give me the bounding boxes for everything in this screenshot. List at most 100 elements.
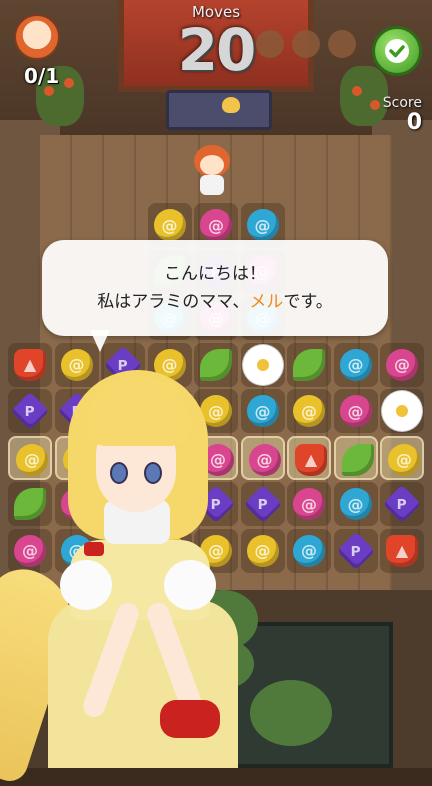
pink-gem: @ — [153, 395, 186, 427]
yellow-gem: @ — [153, 209, 186, 241]
dialog-line-2: 私はアラミのママ、メルです。 — [42, 288, 388, 316]
yellow-gem: @ — [293, 395, 325, 427]
yellow-gem: @ — [60, 348, 93, 381]
yellow-gem: @ — [200, 395, 232, 427]
board-cell[interactable]: P — [240, 482, 285, 526]
board-cell[interactable] — [380, 389, 424, 433]
moves-counter: 20 — [177, 16, 257, 84]
pink-gem: @ — [248, 443, 281, 476]
board-cell[interactable] — [194, 342, 238, 387]
board-cell[interactable]: @ — [240, 528, 285, 573]
yellow-gem: @ — [153, 534, 186, 567]
board-cell[interactable]: @ — [287, 528, 331, 573]
confirm-button[interactable] — [372, 26, 422, 76]
board-cell[interactable]: @ — [8, 528, 52, 573]
blue-gem: @ — [293, 534, 325, 567]
board-cell[interactable]: P — [54, 389, 99, 433]
yellow-gem: @ — [62, 443, 95, 476]
board-cell[interactable] — [240, 342, 285, 387]
board-cell[interactable]: @ — [54, 528, 99, 573]
board-cell[interactable]: P — [101, 435, 145, 480]
dialog-line-2-prefix: 私はアラミのママ、 — [97, 292, 250, 312]
dialog-line-2-suffix: です。 — [283, 292, 333, 312]
purple-gem: P — [382, 484, 422, 524]
board-cell[interactable]: @ — [54, 435, 99, 480]
yellow-gem: @ — [153, 348, 186, 381]
board-cell[interactable]: P — [194, 482, 238, 526]
board-cell[interactable]: @ — [54, 482, 99, 526]
speech-bubble[interactable]: こんにちは！ 私はアラミのママ、メルです。 — [42, 240, 388, 336]
yellow-gem: @ — [200, 534, 232, 567]
dialog-line-1: こんにちは！ — [164, 264, 266, 284]
board-cell[interactable]: @ — [147, 528, 192, 573]
board-cell[interactable]: P — [380, 482, 424, 526]
board-cell[interactable]: @ — [240, 435, 285, 480]
green-gem — [341, 443, 374, 476]
yellow-gem: @ — [16, 443, 48, 476]
board-cell[interactable]: @ — [194, 435, 238, 480]
score-label: Score — [382, 95, 422, 111]
board-cell[interactable]: @ — [287, 389, 331, 433]
board-cell[interactable]: @ — [147, 342, 192, 387]
board-cell[interactable] — [333, 435, 378, 480]
board-cell[interactable] — [287, 342, 331, 387]
mascot-character — [190, 145, 234, 197]
purple-gem: P — [57, 391, 96, 431]
purple-gem: P — [10, 391, 50, 431]
board-cell[interactable]: @ — [194, 528, 238, 573]
speaker-name: メル — [249, 292, 284, 312]
yellow-gem: @ — [107, 395, 139, 427]
pink-gem: @ — [14, 534, 46, 567]
board-cell[interactable]: @ — [240, 389, 285, 433]
board-cell[interactable]: ▲ — [380, 528, 424, 573]
blue-gem: @ — [60, 534, 93, 567]
score-value: 0 — [406, 110, 422, 135]
pink-gem: @ — [339, 395, 372, 427]
board-cell[interactable] — [8, 482, 52, 526]
pink-gem: @ — [202, 443, 234, 476]
board-cell[interactable]: ▲ — [8, 342, 52, 387]
green-gem — [14, 488, 46, 520]
board-cell[interactable]: @ — [333, 342, 378, 387]
board-cell[interactable]: ▲ — [287, 435, 331, 480]
board-cell[interactable]: P — [8, 389, 52, 433]
blue-gem: @ — [246, 395, 279, 427]
speech-bubble-tail — [90, 330, 110, 352]
board-cell[interactable]: P — [147, 482, 192, 526]
purple-gem: P — [105, 440, 145, 479]
board-cell[interactable]: @ — [147, 389, 192, 433]
duck-decoration — [222, 97, 240, 113]
yellow-gem: @ — [246, 534, 279, 567]
pink-gem: @ — [60, 488, 93, 520]
pink-gem: @ — [386, 348, 418, 381]
red-gem: ▲ — [14, 348, 46, 381]
blue-gem: @ — [107, 488, 139, 520]
blue-gem: @ — [246, 209, 279, 241]
red-gem: ▲ — [386, 534, 418, 567]
flower-gem — [246, 348, 279, 381]
bush-2 — [250, 680, 332, 746]
board-cell[interactable]: @ — [194, 389, 238, 433]
star-slot-3 — [328, 30, 356, 58]
yellow-gem: @ — [107, 534, 139, 567]
blue-gem: @ — [339, 488, 372, 520]
board-cell[interactable]: @ — [101, 482, 145, 526]
board-cell[interactable]: @ — [380, 342, 424, 387]
star-slot-2 — [292, 30, 320, 58]
blue-gem: @ — [339, 348, 372, 381]
board-cell[interactable]: @ — [287, 482, 331, 526]
pink-gem: @ — [293, 488, 325, 520]
board-cell[interactable]: @ — [380, 435, 424, 480]
purple-gem: P — [243, 484, 282, 524]
board-cell[interactable]: @ — [101, 528, 145, 573]
flower-right-2 — [370, 100, 380, 110]
board-cell[interactable]: P — [333, 528, 378, 573]
board-cell[interactable]: @ — [8, 435, 52, 480]
purple-gem: P — [196, 484, 236, 524]
purple-gem: P — [336, 531, 375, 570]
board-cell[interactable]: @ — [147, 435, 192, 480]
yellow-gem: @ — [388, 443, 420, 476]
board-cell[interactable]: @ — [101, 389, 145, 433]
board-cell[interactable]: @ — [333, 389, 378, 433]
board-cell[interactable]: @ — [333, 482, 378, 526]
